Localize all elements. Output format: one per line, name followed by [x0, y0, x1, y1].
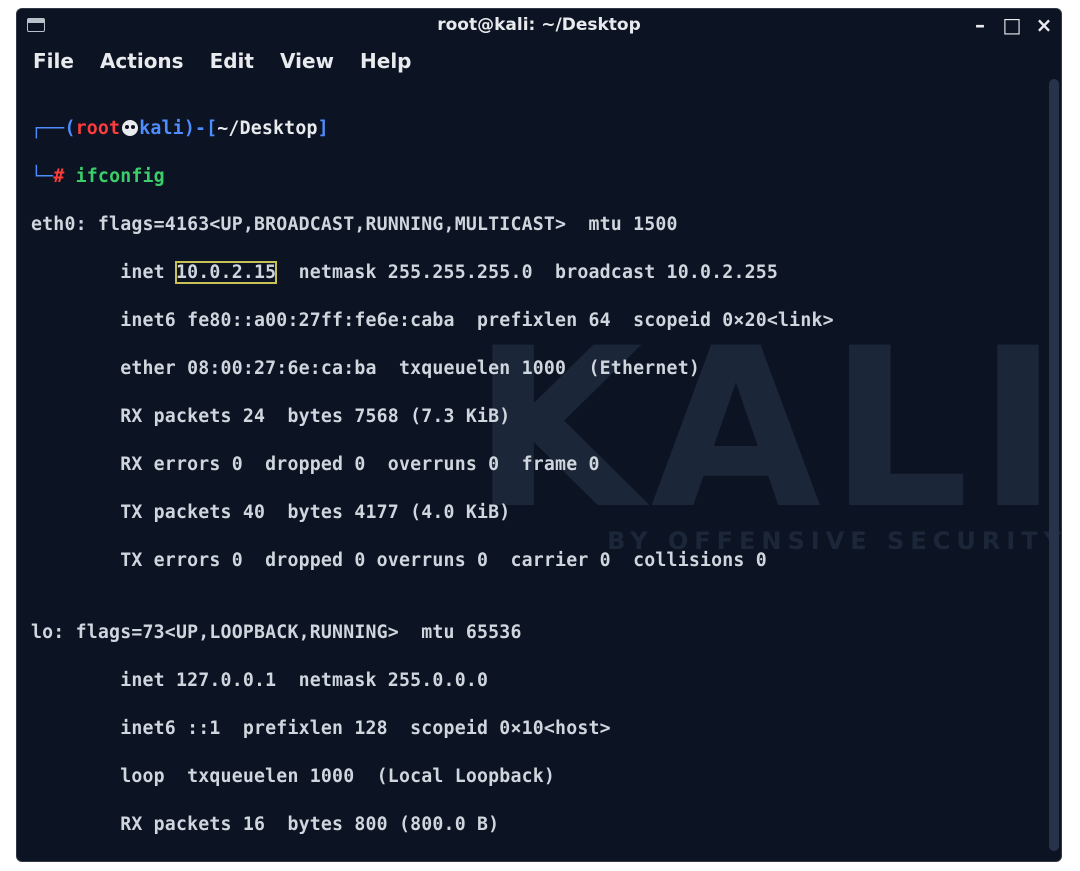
menu-file[interactable]: File	[33, 49, 74, 73]
out-lo-5: RX packets 16 bytes 800 (800.0 B)	[31, 813, 1045, 837]
terminal-app-icon	[27, 18, 45, 32]
out-eth0-7: TX packets 40 bytes 4177 (4.0 KiB)	[31, 501, 1045, 525]
window-controls: – □ ×	[969, 13, 1055, 37]
out-eth0-2a: inet	[31, 262, 176, 283]
out-lo-6: RX errors 0 dropped 0 overruns 0 frame 0	[31, 861, 1045, 862]
out-eth0-1: eth0: flags=4163<UP,BROADCAST,RUNNING,MU…	[31, 213, 1045, 237]
terminal-viewport[interactable]: KALI BY OFFENSIVE SECURITY ┌──(rootkali)…	[17, 81, 1061, 861]
highlighted-ip: 10.0.2.15	[176, 262, 276, 283]
out-eth0-5: RX packets 24 bytes 7568 (7.3 KiB)	[31, 405, 1045, 429]
out-eth0-4: ether 08:00:27:6e:ca:ba txqueuelen 1000 …	[31, 357, 1045, 381]
titlebar[interactable]: root@kali: ~/Desktop – □ ×	[17, 9, 1061, 41]
out-eth0-3: inet6 fe80::a00:27ff:fe6e:caba prefixlen…	[31, 309, 1045, 333]
prompt-path: ~/Desktop	[217, 118, 317, 139]
out-lo-3: inet6 ::1 prefixlen 128 scopeid 0×10<hos…	[31, 717, 1045, 741]
command-ifconfig: ifconfig	[76, 166, 165, 187]
menu-edit[interactable]: Edit	[210, 49, 254, 73]
terminal-window: root@kali: ~/Desktop – □ × File Actions …	[16, 8, 1062, 862]
out-eth0-2b: netmask 255.255.255.0 broadcast 10.0.2.2…	[276, 262, 778, 283]
prompt-user: root	[76, 118, 121, 139]
out-lo-2: inet 127.0.0.1 netmask 255.0.0.0	[31, 669, 1045, 693]
prompt-host: kali	[139, 118, 184, 139]
minimize-button[interactable]: –	[969, 13, 991, 37]
skull-icon	[122, 120, 138, 136]
menu-help[interactable]: Help	[360, 49, 411, 73]
terminal-text[interactable]: ┌──(rootkali)-[~/Desktop] └─# ifconfig e…	[31, 93, 1045, 862]
window-title: root@kali: ~/Desktop	[17, 15, 1061, 35]
out-lo-1: lo: flags=73<UP,LOOPBACK,RUNNING> mtu 65…	[31, 621, 1045, 645]
out-eth0-6: RX errors 0 dropped 0 overruns 0 frame 0	[31, 453, 1045, 477]
menubar: File Actions Edit View Help	[17, 41, 1061, 81]
prompt-symbol: #	[53, 166, 64, 187]
vertical-scrollbar[interactable]	[1049, 79, 1059, 851]
out-eth0-8: TX errors 0 dropped 0 overruns 0 carrier…	[31, 549, 1045, 573]
menu-actions[interactable]: Actions	[100, 49, 184, 73]
close-button[interactable]: ×	[1033, 13, 1055, 37]
maximize-button[interactable]: □	[1001, 13, 1023, 37]
out-lo-4: loop txqueuelen 1000 (Local Loopback)	[31, 765, 1045, 789]
menu-view[interactable]: View	[280, 49, 334, 73]
